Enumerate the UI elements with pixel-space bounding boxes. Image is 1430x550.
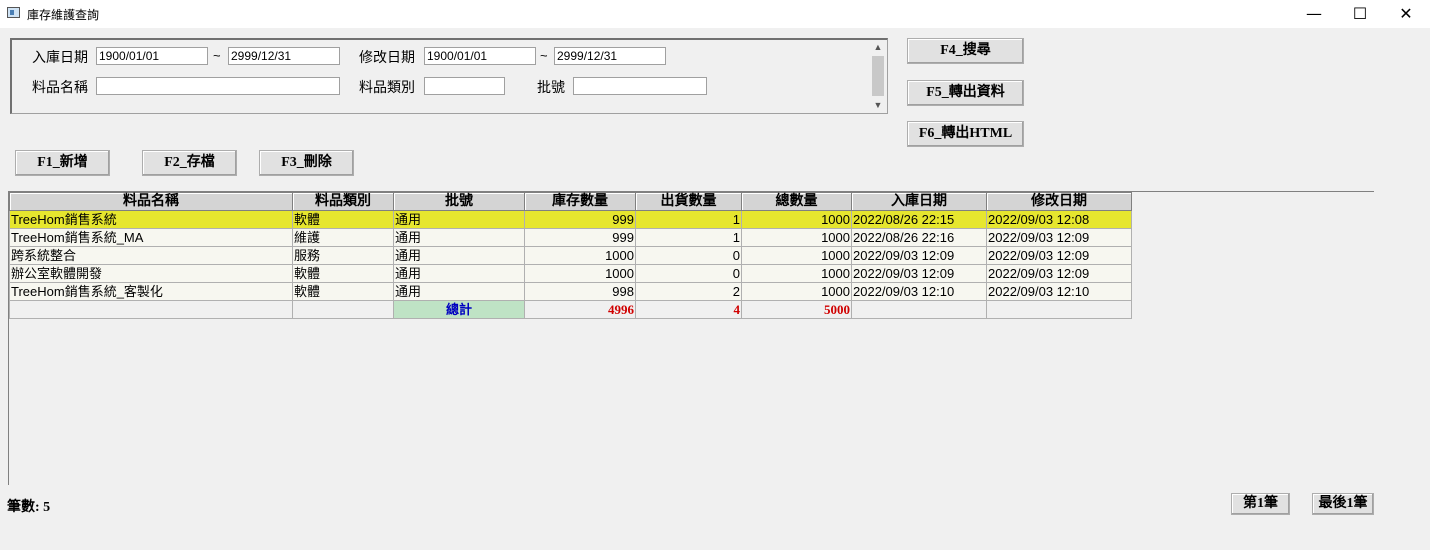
- add-button[interactable]: F1_新增: [15, 150, 110, 176]
- item-name-input[interactable]: [96, 77, 340, 95]
- first-record-button[interactable]: 第1筆: [1231, 493, 1290, 515]
- col-header-total-qty[interactable]: 總數量: [741, 192, 852, 211]
- cell-batch[interactable]: 通用: [393, 282, 525, 301]
- search-button[interactable]: F4_搜尋: [907, 38, 1024, 64]
- cell-batch[interactable]: 通用: [393, 246, 525, 265]
- delete-button[interactable]: F3_刪除: [259, 150, 354, 176]
- cell-item-name[interactable]: TreeHom銷售系統_MA: [9, 228, 293, 247]
- item-category-label: 料品類別: [359, 79, 415, 95]
- cell-total-qty[interactable]: 1000: [741, 228, 852, 247]
- total-shipped-qty: 4: [635, 300, 742, 319]
- cell-stock-qty[interactable]: 999: [524, 210, 636, 229]
- table-header-row: 料品名稱 料品類別 批號 庫存數量 出貨數量 總數量 入庫日期 修改日期: [9, 192, 1132, 211]
- table-row[interactable]: TreeHom銷售系統 軟體 通用 999 1 1000 2022/08/26 …: [9, 210, 1132, 229]
- scroll-down-icon[interactable]: ▼: [870, 98, 886, 112]
- cell-shipped-qty[interactable]: 1: [635, 210, 742, 229]
- total-stock-qty: 4996: [524, 300, 636, 319]
- col-header-item-category[interactable]: 料品類別: [292, 192, 394, 211]
- cell-in-date[interactable]: 2022/09/03 12:10: [851, 282, 987, 301]
- scroll-up-icon[interactable]: ▲: [870, 40, 886, 54]
- scroll-thumb[interactable]: [872, 56, 884, 96]
- cell-item-name[interactable]: 跨系統整合: [9, 246, 293, 265]
- mod-date-tilde: ~: [540, 48, 548, 63]
- cell-item-name[interactable]: TreeHom銷售系統: [9, 210, 293, 229]
- total-cell-empty: [292, 300, 394, 319]
- cell-item-category[interactable]: 軟體: [292, 210, 394, 229]
- col-header-stock-qty[interactable]: 庫存數量: [524, 192, 636, 211]
- cell-item-category[interactable]: 維護: [292, 228, 394, 247]
- cell-total-qty[interactable]: 1000: [741, 282, 852, 301]
- cell-stock-qty[interactable]: 1000: [524, 264, 636, 283]
- cell-item-category[interactable]: 軟體: [292, 282, 394, 301]
- cell-total-qty[interactable]: 1000: [741, 264, 852, 283]
- table-row[interactable]: TreeHom銷售系統_MA 維護 通用 999 1 1000 2022/08/…: [9, 228, 1132, 247]
- total-label: 總計: [393, 300, 525, 319]
- batch-input[interactable]: [573, 77, 707, 95]
- minimize-button[interactable]: —: [1291, 0, 1337, 28]
- total-cell-empty: [851, 300, 987, 319]
- col-header-batch[interactable]: 批號: [393, 192, 525, 211]
- table-row[interactable]: 跨系統整合 服務 通用 1000 0 1000 2022/09/03 12:09…: [9, 246, 1132, 265]
- total-total-qty: 5000: [741, 300, 852, 319]
- cell-shipped-qty[interactable]: 2: [635, 282, 742, 301]
- in-date-to-input[interactable]: 2999/12/31: [228, 47, 340, 65]
- record-count-label: 筆數: 5: [7, 500, 51, 515]
- cell-mod-date[interactable]: 2022/09/03 12:09: [986, 228, 1132, 247]
- cell-shipped-qty[interactable]: 0: [635, 264, 742, 283]
- close-button[interactable]: ✕: [1383, 0, 1429, 28]
- cell-item-category[interactable]: 軟體: [292, 264, 394, 283]
- mod-date-to-input[interactable]: 2999/12/31: [554, 47, 666, 65]
- cell-item-name[interactable]: TreeHom銷售系統_客製化: [9, 282, 293, 301]
- cell-mod-date[interactable]: 2022/09/03 12:09: [986, 264, 1132, 283]
- item-category-input[interactable]: [424, 77, 505, 95]
- total-cell-empty: [986, 300, 1132, 319]
- cell-batch[interactable]: 通用: [393, 228, 525, 247]
- maximize-button[interactable]: ☐: [1337, 0, 1383, 28]
- batch-label: 批號: [537, 79, 565, 95]
- cell-batch[interactable]: 通用: [393, 210, 525, 229]
- search-panel-scrollbar[interactable]: ▲ ▼: [870, 40, 886, 112]
- title-bar: 庫存維護查詢 — ☐ ✕: [0, 0, 1430, 28]
- cell-mod-date[interactable]: 2022/09/03 12:09: [986, 246, 1132, 265]
- cell-shipped-qty[interactable]: 1: [635, 228, 742, 247]
- table-row[interactable]: TreeHom銷售系統_客製化 軟體 通用 998 2 1000 2022/09…: [9, 282, 1132, 301]
- cell-batch[interactable]: 通用: [393, 264, 525, 283]
- cell-total-qty[interactable]: 1000: [741, 210, 852, 229]
- col-header-shipped-qty[interactable]: 出貨數量: [635, 192, 742, 211]
- mod-date-label: 修改日期: [359, 49, 415, 65]
- cell-in-date[interactable]: 2022/09/03 12:09: [851, 264, 987, 283]
- col-header-item-name[interactable]: 料品名稱: [9, 192, 293, 211]
- col-header-mod-date[interactable]: 修改日期: [986, 192, 1132, 211]
- cell-stock-qty[interactable]: 1000: [524, 246, 636, 265]
- cell-in-date[interactable]: 2022/08/26 22:15: [851, 210, 987, 229]
- export-data-button[interactable]: F5_轉出資料: [907, 80, 1024, 106]
- export-html-button[interactable]: F6_轉出HTML: [907, 121, 1024, 147]
- in-date-tilde: ~: [213, 48, 221, 63]
- inventory-table: 料品名稱 料品類別 批號 庫存數量 出貨數量 總數量 入庫日期 修改日期 Tre…: [9, 192, 1132, 319]
- cell-item-category[interactable]: 服務: [292, 246, 394, 265]
- cell-in-date[interactable]: 2022/08/26 22:16: [851, 228, 987, 247]
- cell-in-date[interactable]: 2022/09/03 12:09: [851, 246, 987, 265]
- cell-stock-qty[interactable]: 998: [524, 282, 636, 301]
- col-header-in-date[interactable]: 入庫日期: [851, 192, 987, 211]
- cell-item-name[interactable]: 辦公室軟體開發: [9, 264, 293, 283]
- cell-mod-date[interactable]: 2022/09/03 12:08: [986, 210, 1132, 229]
- app-icon: [7, 7, 20, 18]
- save-button[interactable]: F2_存檔: [142, 150, 237, 176]
- last-record-button[interactable]: 最後1筆: [1312, 493, 1374, 515]
- window-title: 庫存維護查詢: [27, 8, 100, 22]
- mod-date-from-input[interactable]: 1900/01/01: [424, 47, 536, 65]
- in-date-from-input[interactable]: 1900/01/01: [96, 47, 208, 65]
- in-date-label: 入庫日期: [32, 49, 88, 65]
- table-total-row: 總計 4996 4 5000: [9, 300, 1132, 319]
- item-name-label: 料品名稱: [32, 79, 88, 95]
- cell-shipped-qty[interactable]: 0: [635, 246, 742, 265]
- cell-mod-date[interactable]: 2022/09/03 12:10: [986, 282, 1132, 301]
- total-cell-empty: [9, 300, 293, 319]
- table-row[interactable]: 辦公室軟體開發 軟體 通用 1000 0 1000 2022/09/03 12:…: [9, 264, 1132, 283]
- cell-total-qty[interactable]: 1000: [741, 246, 852, 265]
- cell-stock-qty[interactable]: 999: [524, 228, 636, 247]
